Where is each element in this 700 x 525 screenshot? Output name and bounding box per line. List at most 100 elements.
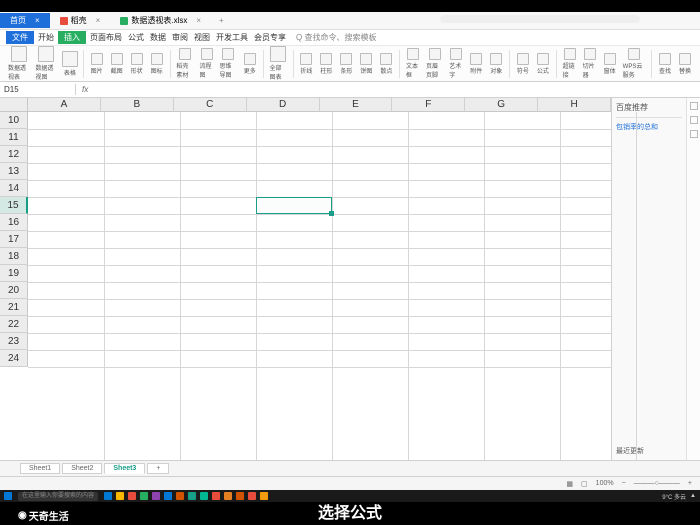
ribbon-button[interactable]: 条形	[337, 52, 355, 76]
taskbar-search[interactable]: 在这里输入你要搜索的内容	[18, 492, 98, 501]
task-pane-link[interactable]: 包销率的总和	[616, 122, 682, 132]
ribbon-button[interactable]: 形状	[128, 52, 146, 76]
side-tool-icon[interactable]	[690, 130, 698, 138]
column-header[interactable]: H	[538, 98, 611, 112]
side-tool-icon[interactable]	[690, 116, 698, 124]
row-header[interactable]: 20	[0, 282, 28, 299]
view-normal-icon[interactable]: ▦	[566, 480, 573, 488]
taskbar-app-icon[interactable]	[116, 492, 124, 500]
taskbar-app-icon[interactable]	[128, 492, 136, 500]
ribbon-button[interactable]: 全部图表	[267, 46, 288, 82]
ribbon-button[interactable]: 窗体	[601, 52, 619, 76]
zoom-in-button[interactable]: +	[688, 480, 692, 487]
sheet-tab[interactable]: Sheet1	[20, 463, 60, 474]
menu-formula[interactable]: 公式	[126, 31, 146, 44]
tab-docer[interactable]: 稻壳	[50, 13, 111, 28]
menu-review[interactable]: 审阅	[170, 31, 190, 44]
sheet-tab[interactable]: Sheet2	[62, 463, 102, 474]
taskbar-app-icon[interactable]	[152, 492, 160, 500]
column-header[interactable]: G	[465, 98, 538, 112]
add-sheet-button[interactable]: +	[147, 463, 169, 474]
ribbon-button[interactable]: 数据透视图	[33, 46, 58, 82]
zoom-out-button[interactable]: −	[622, 480, 626, 487]
ribbon-button[interactable]: WPS云服务	[621, 47, 648, 80]
taskbar-app-icon[interactable]	[104, 492, 112, 500]
taskbar-app-icon[interactable]	[248, 492, 256, 500]
ribbon-button[interactable]: 页眉页脚	[424, 47, 445, 80]
spreadsheet-grid[interactable]: ABCDEFGH 101112131415161718192021222324	[0, 98, 611, 460]
column-header[interactable]: C	[174, 98, 247, 112]
ribbon-button[interactable]: 表格	[61, 50, 79, 78]
column-header[interactable]: B	[101, 98, 174, 112]
row-header[interactable]: 18	[0, 248, 28, 265]
ribbon-button[interactable]: 数据透视表	[6, 46, 31, 82]
taskbar-app-icon[interactable]	[164, 492, 172, 500]
taskbar-app-icon[interactable]	[224, 492, 232, 500]
ribbon-button[interactable]: 文本框	[404, 47, 422, 80]
menu-devtools[interactable]: 开发工具	[214, 31, 250, 44]
row-header[interactable]: 12	[0, 146, 28, 163]
ribbon-button[interactable]: 切片器	[581, 47, 599, 80]
sheet-tab[interactable]: Sheet3	[104, 463, 145, 474]
select-all-corner[interactable]	[0, 98, 28, 112]
row-header[interactable]: 15	[0, 197, 28, 214]
ribbon-button[interactable]: 公式	[534, 52, 552, 76]
taskbar-app-icon[interactable]	[236, 492, 244, 500]
command-search[interactable]: Q 查找命令、搜索模板	[296, 32, 376, 43]
ribbon-button[interactable]: 饼图	[357, 52, 375, 76]
weather-widget[interactable]: 9°C 多云	[662, 492, 686, 501]
ribbon-button[interactable]: 散点	[377, 52, 395, 76]
menu-data[interactable]: 数据	[148, 31, 168, 44]
taskbar-app-icon[interactable]	[212, 492, 220, 500]
menu-view[interactable]: 视图	[192, 31, 212, 44]
menu-layout[interactable]: 页面布局	[88, 31, 124, 44]
column-header[interactable]: F	[392, 98, 465, 112]
row-header[interactable]: 23	[0, 333, 28, 350]
row-header[interactable]: 11	[0, 129, 28, 146]
ribbon-button[interactable]: 附件	[467, 52, 485, 76]
row-header[interactable]: 22	[0, 316, 28, 333]
fill-handle[interactable]	[329, 211, 334, 216]
row-header[interactable]: 17	[0, 231, 28, 248]
menu-home[interactable]: 开始	[36, 31, 56, 44]
ribbon-button[interactable]: 超链接	[561, 47, 579, 80]
ribbon-button[interactable]: 折线	[297, 52, 315, 76]
taskbar-app-icon[interactable]	[140, 492, 148, 500]
row-header[interactable]: 21	[0, 299, 28, 316]
column-header[interactable]: A	[28, 98, 101, 112]
ribbon-button[interactable]: 符号	[514, 52, 532, 76]
ribbon-button[interactable]: 流程图	[198, 47, 216, 80]
start-button[interactable]	[4, 492, 12, 500]
ribbon-button[interactable]: 图标	[148, 52, 166, 76]
ribbon-button[interactable]: 柱形	[317, 52, 335, 76]
ribbon-button[interactable]: 思维导图	[218, 47, 239, 80]
active-cell[interactable]	[256, 197, 332, 214]
zoom-slider[interactable]: ———○———	[634, 480, 680, 487]
fx-button[interactable]: fx	[76, 84, 94, 95]
ribbon-button[interactable]: 替换	[676, 52, 694, 76]
taskbar-app-icon[interactable]	[188, 492, 196, 500]
view-page-icon[interactable]: ▢	[581, 480, 588, 488]
name-box[interactable]: D15	[0, 84, 76, 95]
side-tool-icon[interactable]	[690, 102, 698, 110]
zoom-level[interactable]: 100%	[596, 480, 614, 487]
taskbar-app-icon[interactable]	[200, 492, 208, 500]
row-header[interactable]: 13	[0, 163, 28, 180]
menu-member[interactable]: 会员专享	[252, 31, 288, 44]
menu-insert[interactable]: 插入	[58, 31, 86, 44]
new-tab-button[interactable]: +	[211, 14, 232, 27]
ribbon-button[interactable]: 截图	[108, 52, 126, 76]
ribbon-button[interactable]: 艺术字	[447, 47, 465, 80]
tab-home[interactable]: 首页	[0, 13, 50, 28]
column-header[interactable]: E	[320, 98, 393, 112]
row-header[interactable]: 10	[0, 112, 28, 129]
row-header[interactable]: 16	[0, 214, 28, 231]
ribbon-button[interactable]: 更多	[241, 52, 259, 76]
column-header[interactable]: D	[247, 98, 320, 112]
tray-icon[interactable]: ▲	[690, 493, 696, 499]
row-header[interactable]: 14	[0, 180, 28, 197]
taskbar-app-icon[interactable]	[176, 492, 184, 500]
row-header[interactable]: 19	[0, 265, 28, 282]
ribbon-button[interactable]: 查找	[656, 52, 674, 76]
taskbar-app-icon[interactable]	[260, 492, 268, 500]
